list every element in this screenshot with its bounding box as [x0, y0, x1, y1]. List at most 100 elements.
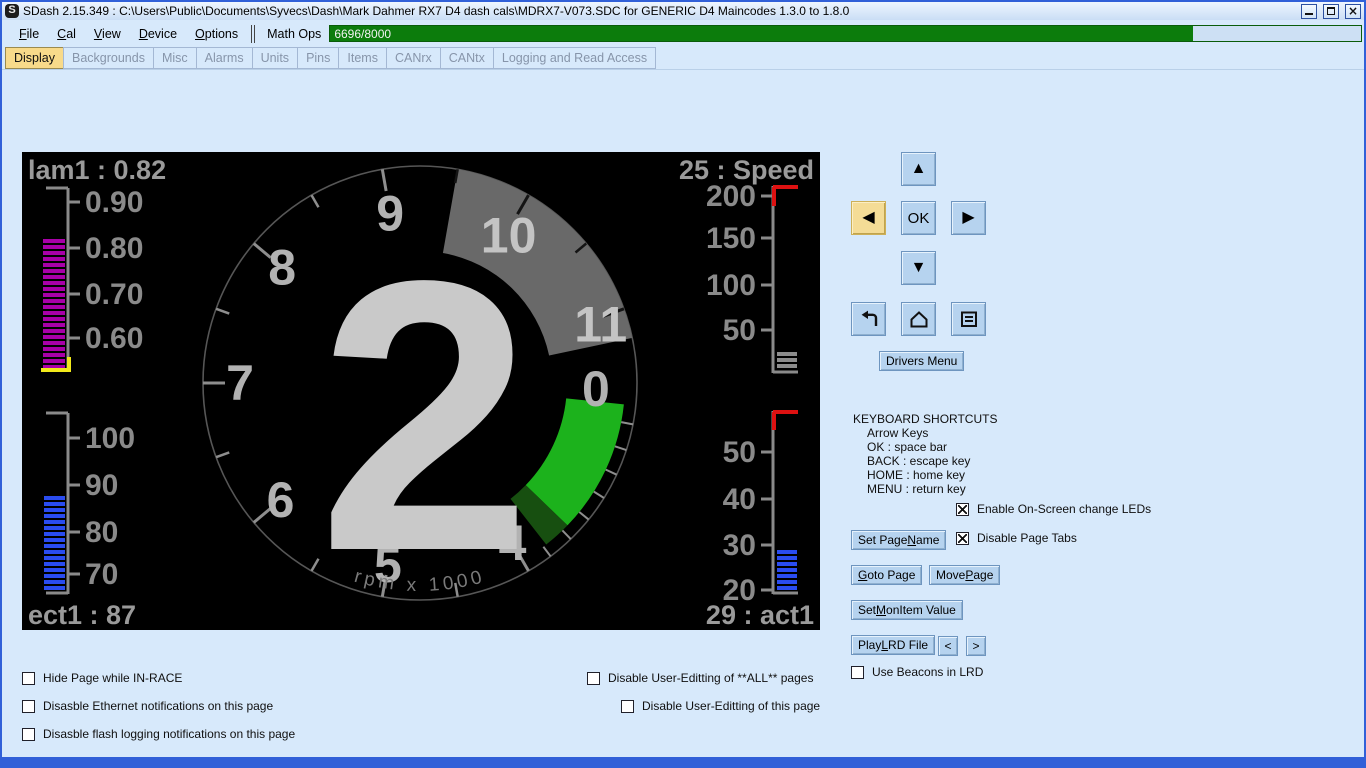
nav-right-button[interactable]: ▶	[951, 201, 986, 235]
goto-page-button[interactable]: Goto Page	[851, 565, 922, 585]
disable-edit-all-label: Disable User-Editting of **ALL** pages	[608, 671, 813, 685]
nav-left-button[interactable]: ◀	[851, 201, 886, 235]
gauge-lam1: 0.900.800.700.60lam1 : 0.82	[28, 155, 166, 370]
menu-bar: FileCalViewDeviceOptions Math Ops 6696/8…	[2, 20, 1364, 47]
nav-ok-button[interactable]: OK	[901, 201, 936, 235]
math-ops-progress-fill	[330, 26, 1193, 41]
gauge-lam1-label: lam1 : 0.82	[28, 155, 166, 185]
title-bar[interactable]: S SDash 2.15.349 : C:\Users\Public\Docum…	[2, 2, 1364, 20]
keyboard-shortcut-line: BACK : escape key	[867, 454, 970, 468]
back-icon	[858, 308, 880, 330]
keyboard-shortcut-line: MENU : return key	[867, 482, 966, 496]
maximize-button[interactable]	[1323, 4, 1339, 19]
set-page-name-button[interactable]: Set Page Name	[851, 530, 946, 550]
tacho-number-11: 11	[574, 296, 627, 352]
disable-edit-all-checkbox[interactable]	[587, 672, 600, 685]
keyboard-shortcuts-title: KEYBOARD SHORTCUTS	[853, 412, 997, 426]
main-area: 045678910112rpm x 10000.900.800.700.60la…	[2, 70, 1364, 757]
arrow-up-icon: ▲	[911, 161, 927, 177]
gauge-act1-scale: 40	[723, 483, 756, 516]
menu-file[interactable]: File	[10, 24, 48, 44]
tab-misc[interactable]: Misc	[153, 47, 197, 69]
home-icon	[908, 308, 930, 330]
gauge-speed: 2001501005025 : Speed	[679, 155, 814, 373]
enable-onscreen-leds-row: Enable On-Screen change LEDs	[956, 502, 1151, 516]
disable-ethernet-checkbox[interactable]	[22, 700, 35, 713]
nav-up-button[interactable]: ▲	[901, 152, 936, 186]
disable-page-tabs-row: Disable Page Tabs	[956, 531, 1077, 545]
restore-icon	[1327, 7, 1335, 15]
gauge-speed-scale: 50	[723, 314, 756, 347]
tab-items[interactable]: Items	[338, 47, 387, 69]
gauge-speed-label: 25 : Speed	[679, 155, 814, 185]
math-ops-progressbar: 6696/8000	[329, 25, 1362, 42]
nav-back-button[interactable]	[851, 302, 886, 336]
close-icon: ×	[1348, 5, 1358, 17]
tab-display[interactable]: Display	[5, 47, 64, 69]
use-beacons-checkbox[interactable]	[851, 666, 864, 679]
gauge-ect1-scale: 100	[85, 422, 135, 455]
disable-edit-page-row: Disable User-Editting of this page	[621, 699, 820, 713]
minimize-icon	[1305, 8, 1313, 15]
arrow-left-icon: ◀	[862, 210, 874, 226]
set-monitem-value-button[interactable]: Set MonItem Value	[851, 600, 963, 620]
disable-edit-page-checkbox[interactable]	[621, 700, 634, 713]
arrow-down-icon: ▼	[911, 260, 927, 276]
nav-menu-button[interactable]	[951, 302, 986, 336]
gauge-ect1-scale: 70	[85, 558, 118, 591]
lrd-prev-button[interactable]: <	[938, 636, 958, 656]
menu-view[interactable]: View	[85, 24, 130, 44]
tacho-number-6: 6	[267, 472, 295, 528]
sdash-window: S SDash 2.15.349 : C:\Users\Public\Docum…	[0, 0, 1366, 768]
app-icon: S	[5, 4, 19, 18]
dash-display-preview[interactable]: 045678910112rpm x 10000.900.800.700.60la…	[22, 152, 820, 630]
minimize-button[interactable]	[1301, 4, 1317, 19]
gauge-speed-scale: 150	[706, 222, 756, 255]
hide-in-race-row: Hide Page while IN-RACE	[22, 671, 182, 685]
drivers-menu-button[interactable]: Drivers Menu	[879, 351, 964, 371]
menu-list-icon	[958, 308, 980, 330]
close-button[interactable]: ×	[1345, 4, 1361, 19]
tab-pins[interactable]: Pins	[297, 47, 339, 69]
disable-flash-logging-checkbox[interactable]	[22, 728, 35, 741]
nav-down-button[interactable]: ▼	[901, 251, 936, 285]
keyboard-shortcut-line: Arrow Keys	[867, 426, 928, 440]
enable-onscreen-leds-checkbox[interactable]	[956, 503, 969, 516]
tacho-number-0: 0	[582, 361, 610, 417]
tab-canrx[interactable]: CANrx	[386, 47, 441, 69]
tab-backgrounds[interactable]: Backgrounds	[63, 47, 154, 69]
tab-logging-and-read-access[interactable]: Logging and Read Access	[493, 47, 656, 69]
tacho-number-8: 8	[268, 239, 296, 295]
gauge-act1-label: 29 : act1	[706, 600, 814, 630]
hide-in-race-checkbox[interactable]	[22, 672, 35, 685]
disable-page-tabs-checkbox[interactable]	[956, 532, 969, 545]
keyboard-shortcut-line: OK : space bar	[867, 440, 947, 454]
hide-in-race-label: Hide Page while IN-RACE	[43, 671, 182, 685]
math-ops-label: Math Ops	[263, 27, 329, 41]
tab-units[interactable]: Units	[252, 47, 298, 69]
gauge-lam1-scale: 0.80	[85, 232, 143, 265]
gauge-ect1: 100908070ect1 : 87	[28, 413, 136, 630]
gauge-act1-scale: 30	[723, 529, 756, 562]
menu-separator	[251, 25, 255, 43]
gauge-act1: 5040302029 : act1	[706, 411, 814, 630]
move-page-button[interactable]: Move Page	[929, 565, 1000, 585]
gauge-lam1-scale: 0.70	[85, 278, 143, 311]
play-lrd-file-button[interactable]: Play LRD File	[851, 635, 935, 655]
gauge-act1-scale: 50	[723, 436, 756, 469]
menu-items: FileCalViewDeviceOptions	[10, 25, 247, 43]
gauge-ect1-scale: 90	[85, 469, 118, 502]
menu-cal[interactable]: Cal	[48, 24, 85, 44]
tab-cantx[interactable]: CANtx	[440, 47, 494, 69]
math-ops-progress-text: 6696/8000	[334, 27, 391, 41]
gauge-speed-scale: 100	[706, 269, 756, 302]
lrd-next-button[interactable]: >	[966, 636, 986, 656]
menu-options[interactable]: Options	[186, 24, 247, 44]
window-border-bottom	[0, 757, 1366, 768]
gauge-lam1-scale: 0.90	[85, 186, 143, 219]
disable-ethernet-label: Disasble Ethernet notifications on this …	[43, 699, 273, 713]
use-beacons-row: Use Beacons in LRD	[851, 665, 983, 679]
nav-home-button[interactable]	[901, 302, 936, 336]
tab-alarms[interactable]: Alarms	[196, 47, 253, 69]
menu-device[interactable]: Device	[130, 24, 186, 44]
